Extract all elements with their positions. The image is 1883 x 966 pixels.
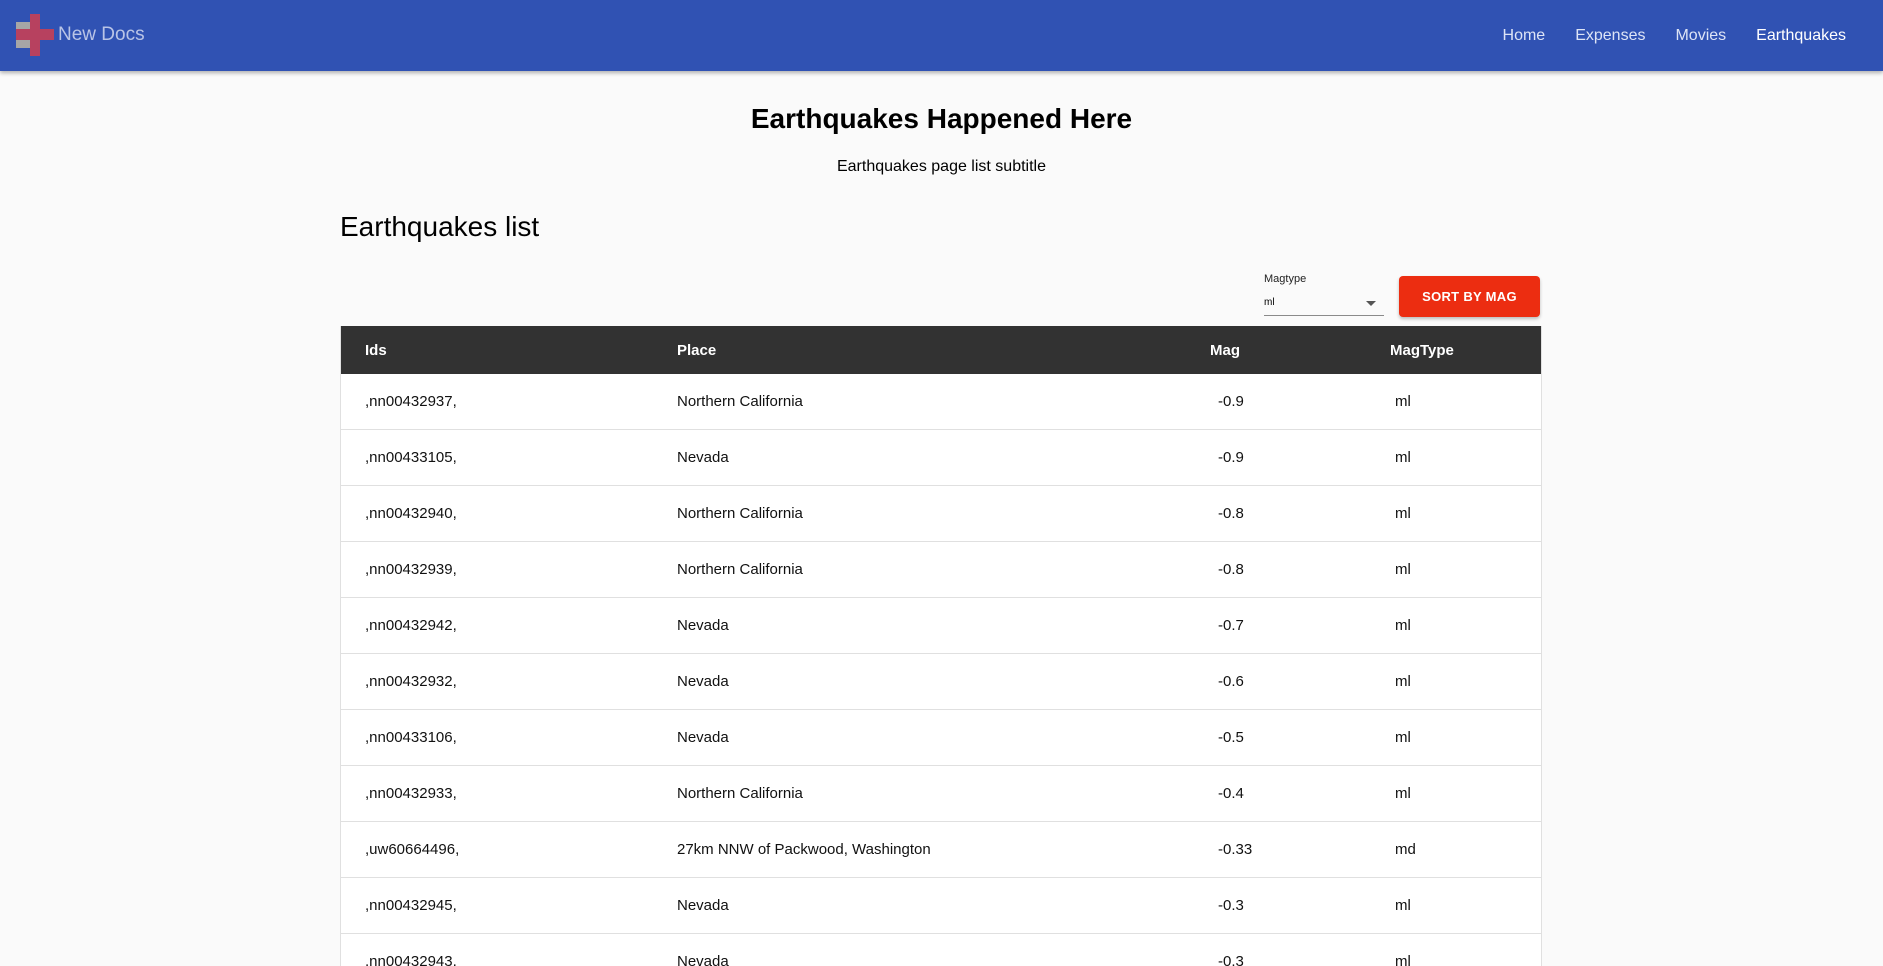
nav: Home Expenses Movies Earthquakes — [1473, 0, 1846, 71]
table-row: ,nn00432939, Northern California -0.8 ml — [341, 541, 1541, 598]
cell-magtype: ml — [1389, 485, 1541, 542]
cell-magtype: md — [1389, 821, 1541, 878]
cell-place: Northern California — [676, 374, 1210, 430]
table-row: ,nn00432933, Northern California -0.4 ml — [341, 765, 1541, 822]
cell-place: Nevada — [676, 429, 1210, 486]
magtype-label: Magtype — [1264, 273, 1307, 285]
nav-home[interactable]: Home — [1503, 27, 1546, 45]
cell-mag: -0.5 — [1210, 709, 1389, 766]
magtype-select[interactable]: Magtype ml — [1264, 273, 1384, 316]
table-header-row: Ids Place Mag MagType — [341, 326, 1541, 374]
table-row: ,nn00433105, Nevada -0.9 ml — [341, 429, 1541, 486]
table-row: ,nn00432945, Nevada -0.3 ml — [341, 877, 1541, 934]
cell-mag: -0.9 — [1210, 429, 1389, 486]
cell-magtype: ml — [1389, 653, 1541, 710]
cell-magtype: ml — [1389, 374, 1541, 430]
cell-magtype: ml — [1389, 877, 1541, 934]
table-row: ,nn00432937, Northern California -0.9 ml — [341, 374, 1541, 430]
logo-icon — [16, 14, 54, 56]
cell-id: ,nn00432945, — [341, 877, 676, 934]
app-bar: New Docs Home Expenses Movies Earthquake… — [0, 0, 1883, 71]
cell-id: ,nn00433105, — [341, 429, 676, 486]
cell-id: ,nn00432932, — [341, 653, 676, 710]
cell-place: Nevada — [676, 709, 1210, 766]
cell-magtype: ml — [1389, 429, 1541, 486]
table-row: ,nn00432940, Northern California -0.8 ml — [341, 485, 1541, 542]
earthquakes-table: Ids Place Mag MagType ,nn00432937, North… — [340, 326, 1542, 966]
cell-id: ,nn00432937, — [341, 374, 676, 430]
table-row: ,nn00433106, Nevada -0.5 ml — [341, 709, 1541, 766]
cell-id: ,nn00432942, — [341, 597, 676, 654]
cell-id: ,nn00432933, — [341, 765, 676, 822]
column-header-place[interactable]: Place — [676, 326, 1210, 374]
page-title: Earthquakes Happened Here — [750, 103, 1133, 134]
cell-place: Nevada — [676, 597, 1210, 654]
cell-id: ,nn00432943, — [341, 933, 676, 966]
cell-id: ,nn00432940, — [341, 485, 676, 542]
table-row: ,nn00432942, Nevada -0.7 ml — [341, 597, 1541, 654]
brand-name: New Docs — [58, 24, 145, 45]
page-subtitle: Earthquakes page list subtitle — [836, 158, 1046, 175]
cell-place: Northern California — [676, 541, 1210, 598]
column-header-magtype[interactable]: MagType — [1389, 326, 1541, 374]
cell-mag: -0.7 — [1210, 597, 1389, 654]
cell-magtype: ml — [1389, 541, 1541, 598]
cell-mag: -0.33 — [1210, 821, 1389, 878]
column-header-ids[interactable]: Ids — [341, 326, 676, 374]
nav-expenses[interactable]: Expenses — [1575, 27, 1645, 45]
cell-mag: -0.8 — [1210, 541, 1389, 598]
magtype-value: ml — [1264, 297, 1275, 308]
cell-mag: -0.3 — [1210, 877, 1389, 934]
table-row: ,uw60664496, 27km NNW of Packwood, Washi… — [341, 821, 1541, 878]
cell-magtype: ml — [1389, 933, 1541, 966]
column-header-mag[interactable]: Mag — [1210, 326, 1389, 374]
cell-mag: -0.8 — [1210, 485, 1389, 542]
nav-earthquakes[interactable]: Earthquakes — [1756, 27, 1846, 45]
cell-magtype: ml — [1389, 765, 1541, 822]
cell-place: Nevada — [676, 653, 1210, 710]
cell-place: Nevada — [676, 877, 1210, 934]
cell-mag: -0.3 — [1210, 933, 1389, 966]
cell-magtype: ml — [1389, 597, 1541, 654]
nav-movies[interactable]: Movies — [1675, 27, 1726, 45]
cell-place: 27km NNW of Packwood, Washington — [676, 821, 1210, 878]
cell-id: ,uw60664496, — [341, 821, 676, 878]
table-row: ,nn00432943, Nevada -0.3 ml — [341, 933, 1541, 966]
cell-mag: -0.6 — [1210, 653, 1389, 710]
list-title: Earthquakes list — [340, 211, 540, 242]
chevron-down-icon[interactable] — [1366, 301, 1376, 306]
cell-mag: -0.4 — [1210, 765, 1389, 822]
cell-place: Nevada — [676, 933, 1210, 966]
cell-id: ,nn00432939, — [341, 541, 676, 598]
cell-magtype: ml — [1389, 709, 1541, 766]
cell-mag: -0.9 — [1210, 374, 1389, 430]
cell-place: Northern California — [676, 765, 1210, 822]
magtype-field[interactable]: ml — [1264, 293, 1384, 316]
cell-id: ,nn00433106, — [341, 709, 676, 766]
cell-place: Northern California — [676, 485, 1210, 542]
brand[interactable]: New Docs — [16, 14, 145, 56]
table-row: ,nn00432932, Nevada -0.6 ml — [341, 653, 1541, 710]
sort-by-mag-button[interactable]: SORT BY MAG — [1399, 276, 1540, 317]
